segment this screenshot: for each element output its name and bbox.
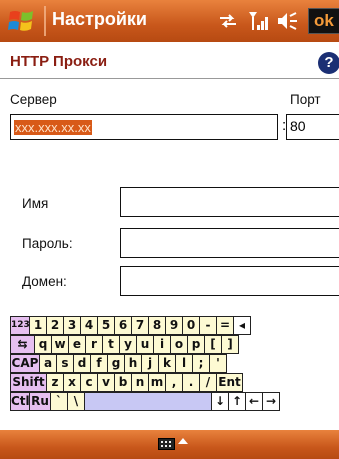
key-m[interactable]: m [148,373,166,392]
key-6[interactable]: 6 [114,316,132,335]
title-bar: Настройки ok [0,0,339,42]
keyboard-row-2: ⇆ q w e r t y u i o p[] [10,335,339,354]
key-2[interactable]: 2 [46,316,64,335]
key-space[interactable] [84,392,212,411]
key-sym-0[interactable]: ⇆ [10,335,35,354]
key-9[interactable]: 9 [165,316,183,335]
key-123[interactable]: 123 [10,316,30,335]
password-label: Пароль: [22,236,73,251]
key-w[interactable]: w [51,335,69,354]
password-input[interactable] [120,228,339,258]
key-shift[interactable]: Shift [10,373,47,392]
key-sym-8[interactable]: → [262,392,280,411]
keyboard-icon[interactable] [158,438,175,450]
name-label: Имя [22,196,49,211]
server-label: Сервер [10,92,57,107]
app-title: Настройки [52,9,147,29]
domain-input[interactable] [120,266,339,296]
key-3[interactable]: 3 [63,316,81,335]
key-sym-10[interactable]: ; [192,354,210,373]
name-input[interactable] [120,187,339,217]
key-sym-6[interactable]: ↑ [228,392,246,411]
key-sym-10[interactable]: / [199,373,217,392]
key-ent[interactable]: Ent [216,373,243,392]
signal-icon[interactable] [248,11,270,31]
key-1[interactable]: 1 [29,316,47,335]
key-sym-9[interactable]: . [182,373,200,392]
key-7[interactable]: 7 [131,316,149,335]
key-sym-3[interactable]: \ [67,392,85,411]
key-v[interactable]: v [97,373,115,392]
key-l[interactable]: l [175,354,193,373]
key-x[interactable]: x [63,373,81,392]
up-arrow-icon[interactable] [178,438,188,444]
key-b[interactable]: b [114,373,132,392]
key-ctl[interactable]: Ctl [10,392,30,411]
volume-icon[interactable] [276,10,300,32]
key-sym-5[interactable]: ↓ [211,392,229,411]
key-f[interactable]: f [90,354,108,373]
key-0[interactable]: 0 [182,316,200,335]
key-8[interactable]: 8 [148,316,166,335]
key-q[interactable]: q [34,335,52,354]
key-sym-8[interactable]: , [165,373,183,392]
key-5[interactable]: 5 [97,316,115,335]
soft-keyboard: 123 1 2 3 4 5 6 7 8 9 0- = ◂ ⇆ q w e r t y u i o p[] CAP a s d f g h… [0,316,339,430]
sync-icon[interactable] [218,13,238,29]
key-s[interactable]: s [56,354,74,373]
windows-logo-icon[interactable] [8,8,36,34]
key-sym-13[interactable]: ◂ [233,316,251,335]
key-ru[interactable]: Ru [29,392,51,411]
key-sym-12[interactable]: ] [221,335,239,354]
port-label: Порт [290,92,321,107]
keyboard-row-1: 123 1 2 3 4 5 6 7 8 9 0- = ◂ [10,316,339,335]
domain-label: Домен: [22,274,67,289]
key-p[interactable]: p [187,335,205,354]
header-divider [0,78,339,79]
keyboard-row-4: Shift z x c v b n m,. / Ent [10,373,339,392]
key-t[interactable]: t [102,335,120,354]
key-h[interactable]: h [124,354,142,373]
key-r[interactable]: r [85,335,103,354]
key-sym-12[interactable]: = [216,316,234,335]
key-n[interactable]: n [131,373,149,392]
key-g[interactable]: g [107,354,125,373]
keyboard-row-5: Ctl Ru ` \ ↓ ↑ ← → [10,392,339,411]
key-k[interactable]: k [158,354,176,373]
key-o[interactable]: o [170,335,188,354]
key-y[interactable]: y [119,335,137,354]
key-sym-2[interactable]: ` [50,392,68,411]
key-u[interactable]: u [136,335,154,354]
key-d[interactable]: d [73,354,91,373]
keyboard-row-3: CAP a s d f g h j k l; ' [10,354,339,373]
key-a[interactable]: a [39,354,57,373]
title-separator [44,6,46,36]
key-j[interactable]: j [141,354,159,373]
bottom-bar [0,430,339,459]
key-sym-11[interactable]: - [199,316,217,335]
key-sym-11[interactable]: ' [209,354,227,373]
key-i[interactable]: i [153,335,171,354]
key-c[interactable]: c [80,373,98,392]
ok-button[interactable]: ok [308,8,339,34]
help-icon[interactable]: ? [318,52,339,74]
key-e[interactable]: e [68,335,86,354]
key-4[interactable]: 4 [80,316,98,335]
page-title: HTTP Прокси [10,53,108,70]
server-input[interactable]: xxx.xxx.xx.xx [10,114,278,140]
server-value: xxx.xxx.xx.xx [14,120,92,135]
key-sym-11[interactable]: [ [204,335,222,354]
key-cap[interactable]: CAP [10,354,40,373]
port-input[interactable]: 80 [286,114,339,140]
key-z[interactable]: z [46,373,64,392]
key-sym-7[interactable]: ← [245,392,263,411]
